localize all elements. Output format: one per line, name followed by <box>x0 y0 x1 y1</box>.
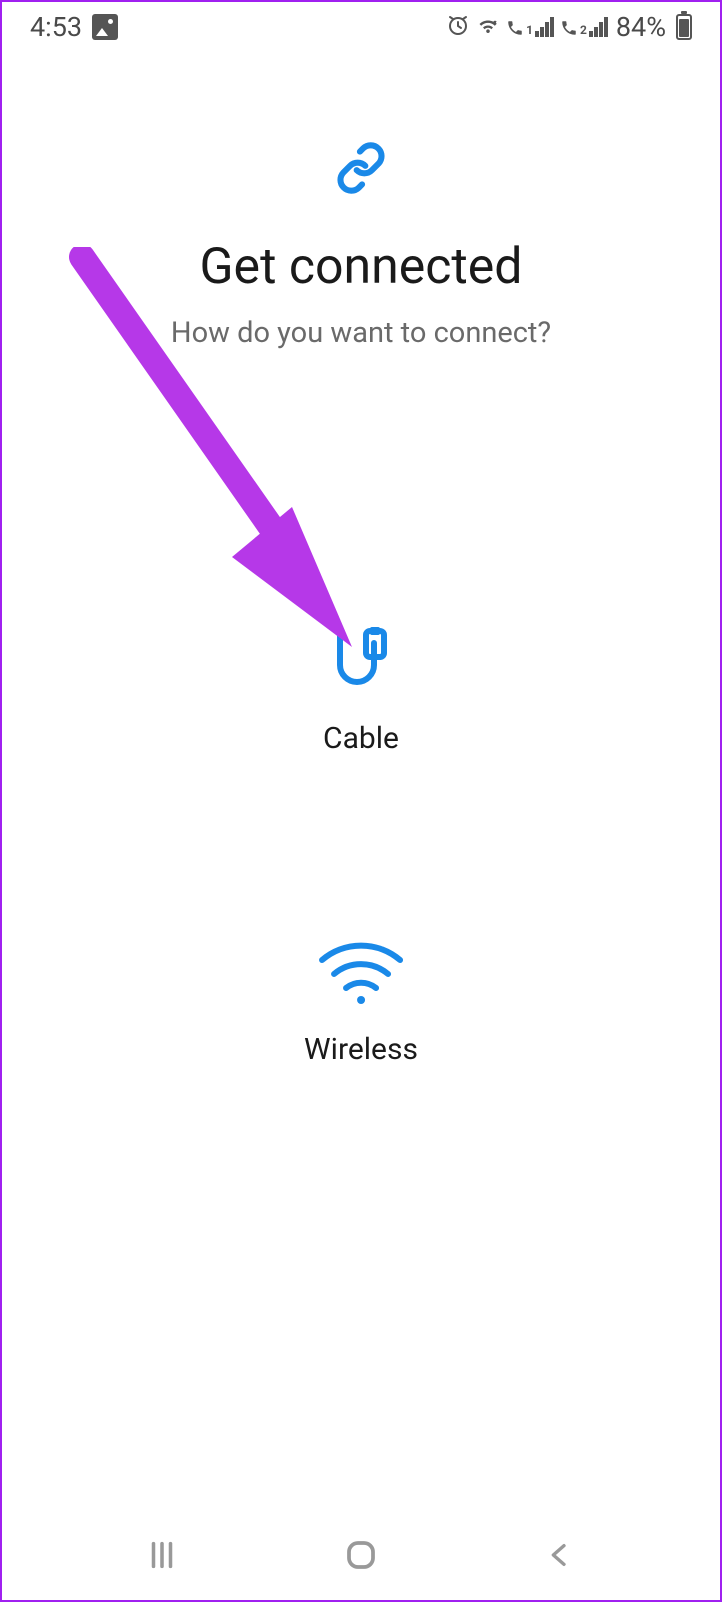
battery-percent: 84% <box>616 11 666 43</box>
back-button[interactable] <box>530 1525 590 1585</box>
recents-button[interactable] <box>132 1525 192 1585</box>
sim2-icon: 2 <box>560 17 608 37</box>
cable-label: Cable <box>323 721 399 756</box>
page-subtitle: How do you want to connect? <box>171 316 551 350</box>
alarm-icon <box>446 13 470 41</box>
gallery-icon <box>92 14 118 40</box>
wireless-option[interactable]: Wireless <box>304 942 418 1067</box>
cable-icon <box>322 627 400 701</box>
home-button[interactable] <box>331 1525 391 1585</box>
wireless-label: Wireless <box>304 1032 418 1067</box>
wireless-icon <box>316 942 406 1012</box>
link-icon <box>335 142 387 198</box>
page-title: Get connected <box>200 238 523 296</box>
wifi-icon <box>476 13 500 41</box>
sim1-icon: 1 <box>506 17 554 37</box>
battery-icon <box>676 14 692 40</box>
cable-option[interactable]: Cable <box>322 627 400 756</box>
navigation-bar <box>2 1510 720 1600</box>
status-time: 4:53 <box>30 11 82 43</box>
status-bar: 4:53 1 2 84% <box>2 2 720 52</box>
